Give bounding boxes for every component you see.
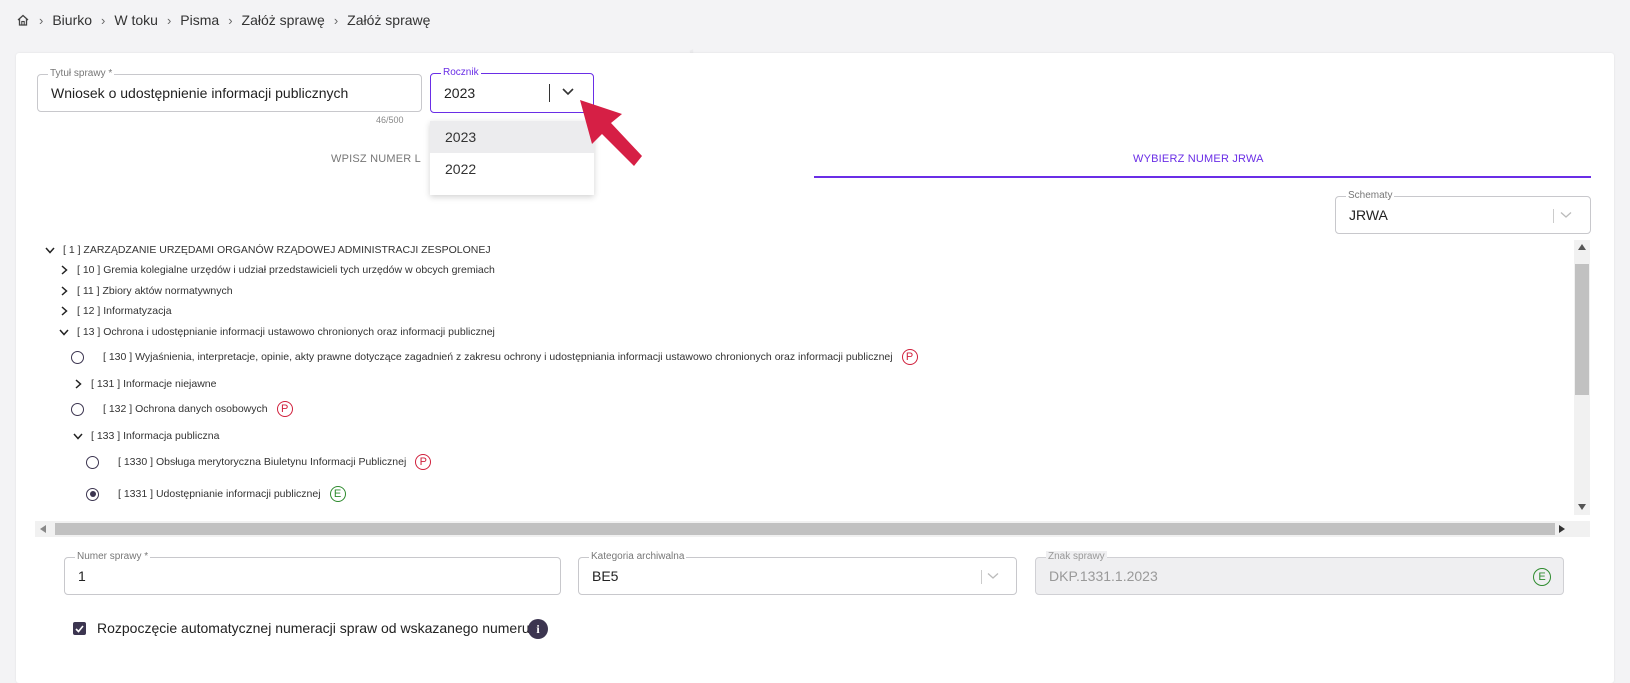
- tree-node-label: [ 1331 ] Udostępnianie informacji public…: [118, 488, 321, 500]
- case-number-value: 1: [78, 568, 86, 584]
- breadcrumb-item-letters[interactable]: Pisma: [180, 12, 219, 28]
- radio-button[interactable]: [71, 402, 84, 416]
- year-option[interactable]: 2022: [430, 153, 594, 185]
- chevron-right-icon: ›: [166, 12, 172, 28]
- breadcrumb: › Biurko › W toku › Pisma › Załóż sprawę…: [16, 10, 430, 30]
- badge-e: E: [1533, 568, 1551, 586]
- scroll-down-icon[interactable]: [1578, 504, 1586, 510]
- schemes-select[interactable]: Schematy JRWA: [1335, 190, 1591, 234]
- radio-button[interactable]: [86, 455, 99, 469]
- tree-node[interactable]: [ 133 ] Informacja publiczna: [71, 429, 219, 443]
- scroll-left-icon[interactable]: [40, 525, 46, 533]
- checkmark-icon: [75, 624, 84, 633]
- chevron-down-icon[interactable]: [987, 567, 999, 585]
- tree-node[interactable]: [ 13 ] Ochrona i udostępnianie informacj…: [57, 325, 495, 339]
- case-number-label: Numer sprawy *: [75, 551, 151, 563]
- chevron-right-icon: ›: [228, 12, 233, 28]
- chevron-right-icon: ›: [39, 12, 44, 28]
- breadcrumb-item-current: Załóż sprawę: [347, 12, 431, 28]
- badge-e: E: [329, 486, 346, 502]
- chevron-right-icon[interactable]: [57, 284, 71, 298]
- year-dropdown: 2023 2022: [430, 121, 594, 195]
- tree-node-label: [ 1330 ] Obsługa merytoryczna Biuletynu …: [118, 456, 407, 468]
- chevron-right-icon[interactable]: [57, 304, 71, 318]
- chevron-down-icon[interactable]: [71, 429, 85, 443]
- select-divider: [981, 570, 982, 584]
- pointer-arrow-icon: [580, 100, 642, 166]
- tree-node-label: [ 12 ] Informatyzacja: [77, 305, 172, 317]
- tree-node[interactable]: [ 1331 ] Udostępnianie informacji public…: [86, 486, 346, 502]
- tree-node-label: [ 11 ] Zbiory aktów normatywnych: [77, 285, 233, 297]
- tab-choose-jrwa[interactable]: WYBIERZ NUMER JRWA: [1133, 153, 1264, 165]
- text-cursor: [549, 84, 550, 102]
- auto-numbering-label: Rozpoczęcie automatycznej numeracji spra…: [97, 620, 530, 636]
- tree-node-label: [ 132 ] Ochrona danych osobowych: [103, 403, 268, 415]
- schemes-value: JRWA: [1349, 207, 1388, 223]
- auto-numbering-checkbox[interactable]: [73, 622, 86, 635]
- tree-node[interactable]: [ 130 ] Wyjaśnienia, interpretacje, opin…: [71, 349, 918, 365]
- home-icon[interactable]: [16, 13, 30, 27]
- breadcrumb-item-desk[interactable]: Biurko: [52, 12, 92, 28]
- case-sign-field: Znak sprawy DKP.1331.1.2023 E: [1035, 551, 1564, 595]
- tree-node-label: [ 133 ] Informacja publiczna: [91, 430, 220, 442]
- breadcrumb-item-create-case[interactable]: Załóż sprawę: [242, 12, 325, 28]
- scroll-up-icon[interactable]: [1578, 244, 1586, 250]
- tree-node[interactable]: [ 1330 ] Obsługa merytoryczna Biuletynu …: [86, 454, 432, 470]
- radio-button[interactable]: [71, 350, 84, 364]
- horizontal-scrollbar[interactable]: [35, 521, 1590, 537]
- badge-p: P: [415, 454, 432, 470]
- radio-button-selected[interactable]: [86, 487, 99, 501]
- year-value: 2023: [444, 85, 476, 101]
- case-title-counter: 46/500: [376, 115, 404, 125]
- vertical-scrollbar[interactable]: [1574, 240, 1590, 515]
- chevron-right-icon: ›: [333, 12, 339, 28]
- tree-node[interactable]: [ 131 ] Informacje niejawne: [71, 377, 217, 391]
- chevron-down-icon[interactable]: [43, 243, 57, 257]
- tree-node-label: [ 130 ] Wyjaśnienia, interpretacje, opin…: [103, 351, 893, 363]
- tab-enter-number[interactable]: WPISZ NUMER L: [331, 153, 421, 165]
- tree-node[interactable]: [ 132 ] Ochrona danych osobowych P: [71, 401, 293, 417]
- chevron-down-icon[interactable]: [561, 84, 575, 102]
- info-icon[interactable]: i: [528, 619, 548, 639]
- tree-node[interactable]: [ 11 ] Zbiory aktów normatywnych: [57, 284, 233, 298]
- case-title-field[interactable]: Tytuł sprawy * Wniosek o udostępnienie i…: [37, 68, 422, 112]
- archive-category-value: BE5: [592, 568, 619, 584]
- select-divider: [1553, 209, 1554, 223]
- chevron-right-icon[interactable]: [71, 377, 85, 391]
- scroll-right-icon[interactable]: [1559, 525, 1565, 533]
- tree-node[interactable]: [ 1 ] ZARZĄDZANIE URZĘDAMI ORGANÓW RZĄDO…: [43, 243, 491, 257]
- tree-node-label: [ 1 ] ZARZĄDZANIE URZĘDAMI ORGANÓW RZĄDO…: [63, 244, 491, 256]
- jrwa-tree: [ 1 ] ZARZĄDZANIE URZĘDAMI ORGANÓW RZĄDO…: [35, 240, 1575, 510]
- tree-node-label: [ 13 ] Ochrona i udostępnianie informacj…: [77, 326, 495, 338]
- scrollbar-thumb[interactable]: [1575, 264, 1589, 395]
- chevron-right-icon[interactable]: [57, 263, 71, 277]
- case-sign-value: DKP.1331.1.2023: [1049, 568, 1158, 584]
- scrollbar-thumb[interactable]: [55, 523, 1555, 535]
- year-select[interactable]: Rocznik 2023: [430, 67, 594, 113]
- breadcrumb-item-in-progress[interactable]: W toku: [114, 12, 158, 28]
- tree-node[interactable]: [ 10 ] Gremia kolegialne urzędów i udzia…: [57, 263, 495, 277]
- tab-active-indicator: [814, 176, 1591, 178]
- case-number-field[interactable]: Numer sprawy * 1: [64, 551, 561, 595]
- tree-node-label: [ 10 ] Gremia kolegialne urzędów i udzia…: [77, 264, 495, 276]
- chevron-down-icon[interactable]: [1560, 206, 1572, 224]
- tree-node-label: [ 131 ] Informacje niejawne: [91, 378, 217, 390]
- case-title-value: Wniosek o udostępnienie informacji publi…: [51, 85, 349, 101]
- badge-p: P: [276, 401, 293, 417]
- tree-node[interactable]: [ 12 ] Informatyzacja: [57, 304, 172, 318]
- badge-p: P: [901, 349, 918, 365]
- chevron-down-icon[interactable]: [57, 325, 71, 339]
- archive-category-select[interactable]: Kategoria archiwalna BE5: [578, 551, 1017, 595]
- year-option[interactable]: 2023: [430, 121, 594, 153]
- chevron-right-icon: ›: [101, 12, 106, 28]
